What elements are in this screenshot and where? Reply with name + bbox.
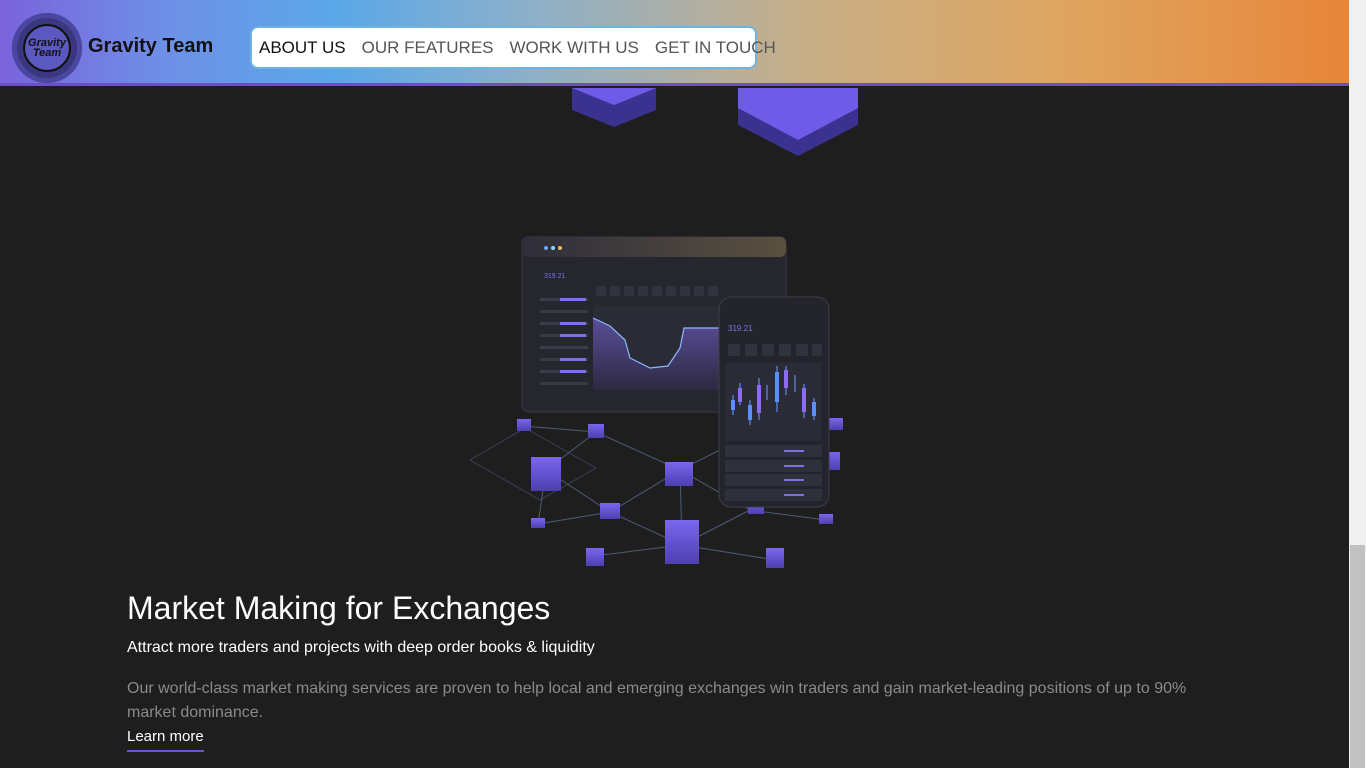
section-description: Our world-class market making services a… — [127, 680, 1187, 721]
site-header: Gravity Team Gravity Team ABOUT US OUR F… — [0, 0, 1349, 86]
nav-get-in-touch[interactable]: GET IN TOUCH — [655, 38, 776, 58]
learn-more-link[interactable]: Learn more — [127, 728, 204, 752]
logo[interactable]: Gravity Team — [12, 13, 82, 83]
logo-badge: Gravity Team — [23, 24, 71, 72]
top-cube-left — [572, 88, 656, 127]
page-scrollbar-thumb[interactable] — [1350, 545, 1365, 768]
phone-price: 319.21 — [728, 324, 753, 333]
logo-text-line2: Team — [32, 47, 62, 59]
top-cube-right — [738, 88, 858, 156]
section-subtitle: Attract more traders and projects with d… — [127, 639, 595, 656]
nav-about-us[interactable]: ABOUT US — [259, 38, 346, 58]
hero-illustration: 319.21 319.21 — [470, 88, 858, 568]
main-nav: ABOUT US OUR FEATURES WORK WITH US GET I… — [250, 26, 776, 69]
nav-work-with-us[interactable]: WORK WITH US — [510, 38, 639, 58]
nav-our-features[interactable]: OUR FEATURES — [362, 38, 494, 58]
section-title: Market Making for Exchanges — [127, 590, 551, 626]
brand-name[interactable]: Gravity Team — [88, 35, 213, 58]
phone-screen: 319.21 — [718, 296, 830, 508]
desktop-price: 319.21 — [544, 273, 566, 280]
